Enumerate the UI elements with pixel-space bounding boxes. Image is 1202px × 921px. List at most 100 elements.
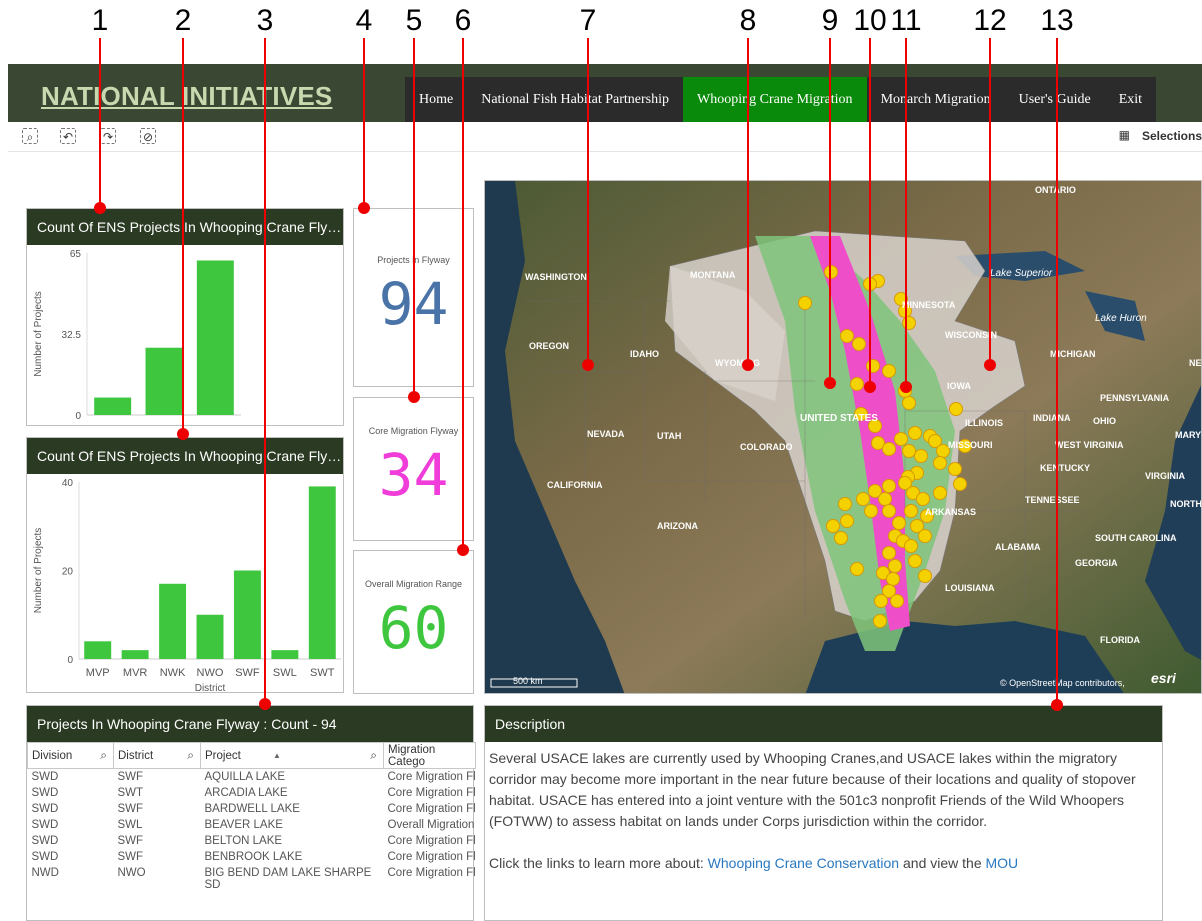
bar[interactable] (159, 583, 187, 659)
search-icon[interactable]: ⌕ (187, 748, 194, 763)
whooping-crane-conservation-link[interactable]: Whooping Crane Conservation (708, 855, 899, 871)
table-cell: Overall Migration (387, 819, 475, 831)
table-row[interactable]: SWD SWF BENBROOK LAKE Core Migration Fl (28, 849, 476, 865)
search-icon[interactable]: ⌕ (370, 748, 377, 763)
project-point[interactable] (904, 539, 918, 553)
project-point[interactable] (882, 504, 896, 518)
col-project[interactable]: Project ▲ ⌕ (200, 742, 384, 769)
project-point[interactable] (852, 337, 866, 351)
bar[interactable] (121, 650, 149, 659)
project-point[interactable] (838, 497, 852, 511)
project-point[interactable] (834, 531, 848, 545)
table-row[interactable]: NWD NWO BIG BEND DAM LAKE SHARPE SD Core Mi… (28, 865, 476, 893)
step-back-icon[interactable]: ↶ (60, 128, 76, 144)
label-united-states: UNITED STATES (800, 413, 878, 424)
project-point[interactable] (882, 442, 896, 456)
label-minnesota: MINNESOTA (902, 300, 956, 310)
sort-ascending-icon[interactable]: ▲ (273, 751, 281, 760)
col-migration-category[interactable]: Migration Catego (383, 742, 476, 769)
project-point[interactable] (892, 516, 906, 530)
project-point[interactable] (850, 562, 864, 576)
project-point[interactable] (908, 426, 922, 440)
bar[interactable] (84, 641, 112, 659)
nav-monarch[interactable]: Monarch Migration (867, 77, 1005, 122)
x-tick-label: NWK (160, 667, 186, 679)
project-point[interactable] (918, 529, 932, 543)
description-paragraph: Several USACE lakes are currently used b… (489, 750, 1136, 829)
bar[interactable] (271, 650, 299, 659)
project-point[interactable] (874, 594, 888, 608)
project-point[interactable] (890, 594, 904, 608)
mou-link[interactable]: MOU (986, 855, 1019, 871)
project-point[interactable] (886, 572, 900, 586)
clear-selections-icon[interactable]: ⊘ (140, 128, 156, 144)
project-point[interactable] (882, 364, 896, 378)
project-point[interactable] (826, 519, 840, 533)
project-point[interactable] (902, 396, 916, 410)
selections-button[interactable]: Selections (1142, 129, 1202, 143)
project-point[interactable] (850, 377, 864, 391)
project-point[interactable] (904, 504, 918, 518)
chart-projects-by-category: Count Of ENS Projects In Whooping Crane … (26, 208, 344, 426)
nav-users-guide[interactable]: User's Guide (1005, 77, 1105, 122)
selections-grid-icon[interactable]: ▦ (1119, 128, 1130, 142)
project-point[interactable] (894, 432, 908, 446)
project-point[interactable] (882, 479, 896, 493)
nav-exit[interactable]: Exit (1105, 77, 1156, 122)
callout-line (905, 38, 907, 387)
step-forward-icon[interactable]: ↷ (100, 128, 116, 144)
project-point[interactable] (873, 614, 887, 628)
project-point[interactable] (864, 504, 878, 518)
nav-fish-habitat[interactable]: National Fish Habitat Partnership (467, 77, 683, 122)
project-point[interactable] (916, 492, 930, 506)
table-row[interactable]: SWD SWT ARCADIA LAKE Core Migration Fl (28, 785, 476, 801)
project-point[interactable] (882, 546, 896, 560)
table-row[interactable]: SWD SWL BEAVER LAKE Overall Migration (28, 817, 476, 833)
migration-map[interactable]: ONTARIO Lake Superior WASHINGTON MONTANA… (484, 180, 1202, 694)
col-division[interactable]: Division ⌕ (27, 742, 114, 769)
table-row[interactable]: SWD SWF AQUILLA LAKE Core Migration Fl (28, 769, 476, 786)
project-point[interactable] (948, 462, 962, 476)
project-point[interactable] (902, 444, 916, 458)
project-point[interactable] (933, 456, 947, 470)
project-point[interactable] (824, 265, 838, 279)
kpi-core-migration[interactable]: Core Migration Flyway 34 (353, 397, 474, 541)
label-illinois: ILLINOIS (965, 418, 1003, 428)
callout-dot (582, 359, 594, 371)
map-canvas[interactable]: ONTARIO Lake Superior WASHINGTON MONTANA… (485, 181, 1202, 694)
label-kentucky: KENTUCKY (1040, 463, 1090, 473)
project-point[interactable] (878, 492, 892, 506)
search-icon[interactable]: ⌕ (100, 748, 107, 763)
app-title[interactable]: NATIONAL INITIATIVES (41, 81, 332, 112)
smart-search-icon[interactable]: ⌕ (22, 128, 38, 144)
project-point[interactable] (840, 329, 854, 343)
table-header-row: Division ⌕ District ⌕ Project ▲ ⌕ Migration … (27, 742, 476, 769)
project-point[interactable] (918, 569, 932, 583)
chart2-plot[interactable]: 0 20 40 Number of Projects MVP MVR NWK NWO SWF SW… (27, 474, 343, 692)
project-point[interactable] (953, 477, 967, 491)
bar[interactable] (196, 260, 234, 415)
bar[interactable] (308, 486, 336, 659)
project-point[interactable] (840, 514, 854, 528)
x-tick-label: MVP (86, 667, 110, 679)
nav-whooping-crane[interactable]: Whooping Crane Migration (683, 77, 867, 122)
project-point[interactable] (856, 492, 870, 506)
bar[interactable] (145, 347, 183, 415)
table-cell: SWD (31, 803, 59, 815)
chart1-plot[interactable]: 0 32.5 65 Number of Projects (27, 245, 343, 425)
bar[interactable] (233, 570, 261, 660)
chart-projects-by-district: Count Of ENS Projects In Whooping Crane … (26, 437, 344, 693)
kpi-overall-migration[interactable]: Overall Migration Range 60 (353, 550, 474, 694)
bar[interactable] (94, 397, 132, 415)
project-point[interactable] (914, 449, 928, 463)
project-point[interactable] (888, 559, 902, 573)
project-point[interactable] (798, 296, 812, 310)
project-point[interactable] (933, 486, 947, 500)
project-point[interactable] (949, 402, 963, 416)
table-row[interactable]: SWD SWF BARDWELL LAKE Core Migration Fl (28, 801, 476, 817)
col-district[interactable]: District ⌕ (113, 742, 201, 769)
table-row[interactable]: SWD SWF BELTON LAKE Core Migration Fl (28, 833, 476, 849)
bar[interactable] (196, 614, 224, 659)
description-title: Description (485, 706, 1162, 742)
project-point[interactable] (908, 554, 922, 568)
